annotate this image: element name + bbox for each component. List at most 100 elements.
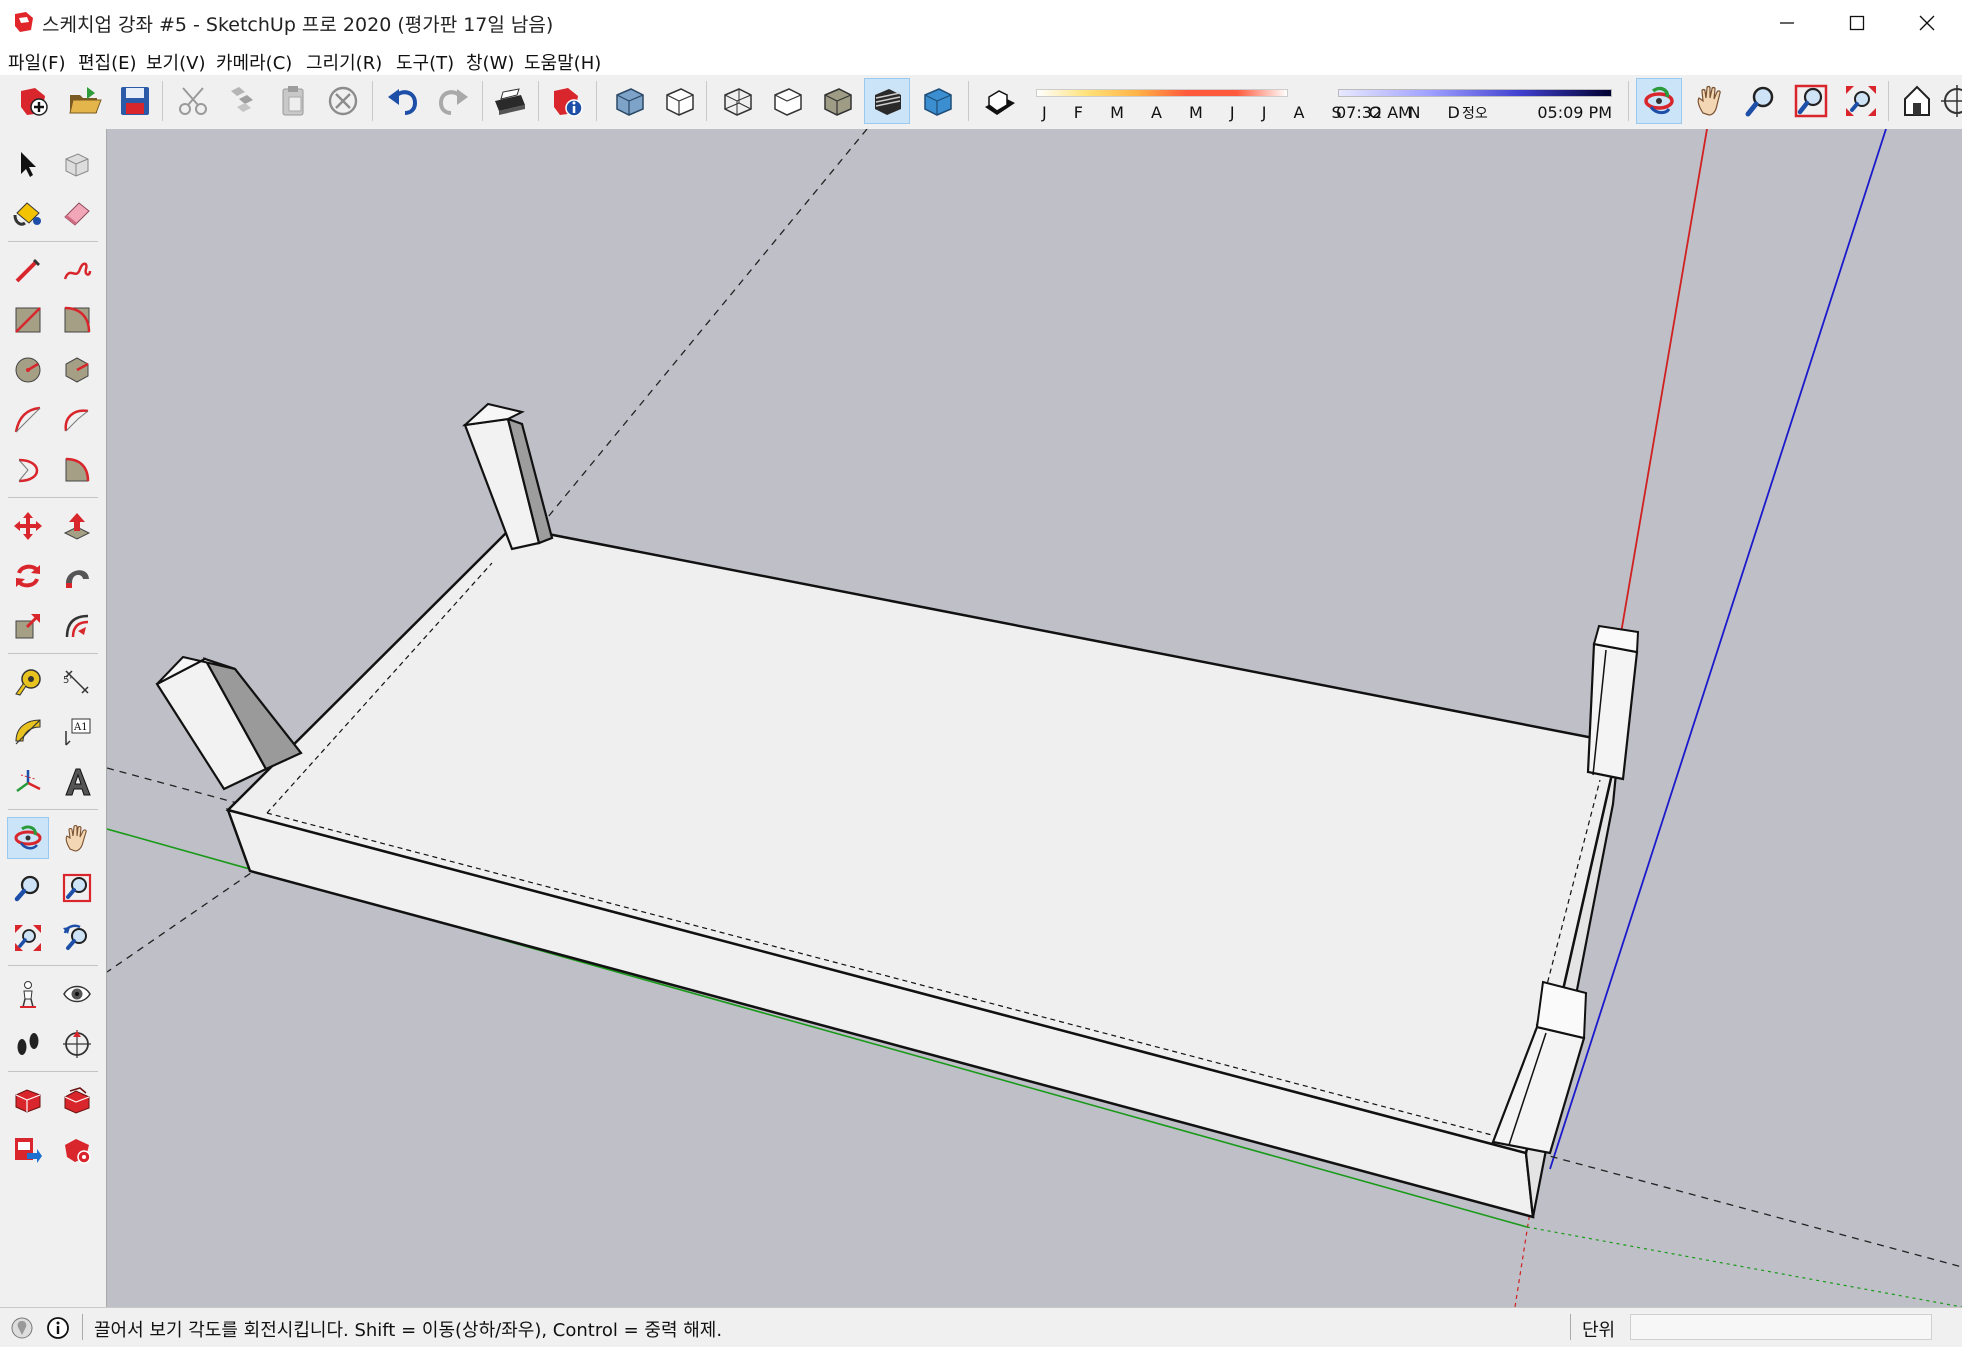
zoom-extents-tool[interactable]	[7, 917, 49, 959]
time-noon-label: 정오	[1462, 106, 1488, 122]
minimize-button[interactable]	[1752, 0, 1822, 45]
warehouse-tool[interactable]	[7, 1079, 49, 1121]
shaded-textures-button[interactable]	[864, 78, 910, 124]
extension-warehouse-tool[interactable]	[56, 1079, 98, 1121]
menu-help[interactable]: 도움말(H)	[524, 49, 601, 75]
shadow-time-slider[interactable]: 07:32 AM 정오 05:09 PM	[1336, 87, 1612, 123]
offset-tool[interactable]	[56, 605, 98, 647]
zoom-button[interactable]	[1738, 78, 1784, 124]
menu-window[interactable]: 창(W)	[466, 49, 514, 75]
board-top-face[interactable]	[225, 525, 1621, 1155]
extension-warehouse-icon	[64, 1087, 90, 1114]
pan-tool[interactable]	[56, 817, 98, 859]
hidden-line-button[interactable]	[764, 78, 810, 124]
close-button[interactable]	[1892, 0, 1962, 45]
wireframe-button[interactable]	[714, 78, 760, 124]
send-to-layout-tool[interactable]	[7, 1129, 49, 1171]
month-track[interactable]	[1036, 89, 1288, 97]
shadow-month-slider[interactable]: J F M A M J J A S O N D	[1036, 87, 1460, 123]
three-point-arc-tool[interactable]	[7, 449, 49, 491]
line-tool[interactable]	[7, 249, 49, 291]
protractor-tool[interactable]	[7, 711, 49, 753]
model-info-button[interactable]	[544, 78, 590, 124]
axes-tool[interactable]	[7, 761, 49, 803]
warehouse-icon	[15, 1089, 41, 1113]
arc-tool[interactable]	[7, 399, 49, 441]
push-pull-tool[interactable]	[56, 505, 98, 547]
monochrome-button[interactable]	[914, 78, 960, 124]
open-icon	[69, 87, 102, 114]
copy-button[interactable]	[220, 78, 266, 124]
zoom-window-tool[interactable]	[56, 867, 98, 909]
back-edges-button[interactable]	[656, 78, 702, 124]
orbit-icon	[1644, 86, 1674, 115]
leg-front-right-top[interactable]	[1535, 980, 1588, 1040]
position-camera-icon	[20, 981, 36, 1008]
shaded-button[interactable]	[814, 78, 860, 124]
paste-button[interactable]	[270, 78, 316, 124]
menu-draw[interactable]: 그리기(R)	[306, 49, 382, 75]
follow-me-tool[interactable]	[56, 555, 98, 597]
open-button[interactable]	[62, 78, 108, 124]
make-component-tool[interactable]	[56, 143, 98, 185]
polygon-tool[interactable]	[56, 349, 98, 391]
3d-text-tool[interactable]	[56, 761, 98, 803]
push-pull-icon	[63, 513, 91, 540]
zoom-tool[interactable]	[7, 867, 49, 909]
menu-file[interactable]: 파일(F)	[8, 49, 66, 75]
tape-measure-icon	[15, 669, 41, 696]
cut-button[interactable]	[170, 78, 216, 124]
section-plane-tool[interactable]	[56, 1023, 98, 1065]
previous-view-tool[interactable]	[56, 917, 98, 959]
eraser-tool[interactable]	[56, 193, 98, 235]
scale-tool[interactable]	[7, 605, 49, 647]
tape-measure-tool[interactable]	[7, 661, 49, 703]
print-button[interactable]	[486, 78, 532, 124]
walk-tool[interactable]	[7, 1023, 49, 1065]
warehouse-icon	[1904, 85, 1930, 116]
time-track[interactable]	[1338, 89, 1612, 97]
menu-camera[interactable]: 카메라(C)	[216, 49, 292, 75]
zoom-window-button[interactable]	[1788, 78, 1834, 124]
dimension-tool[interactable]: 5'	[56, 661, 98, 703]
maximize-button[interactable]	[1822, 0, 1892, 45]
redo-button[interactable]	[430, 78, 476, 124]
orbit-tool[interactable]	[7, 817, 49, 859]
freehand-tool[interactable]	[56, 249, 98, 291]
measurements-input[interactable]	[1630, 1314, 1932, 1340]
pan-button[interactable]	[1688, 78, 1734, 124]
geo-location-icon[interactable]	[10, 1316, 34, 1340]
orbit-button[interactable]	[1636, 78, 1682, 124]
paint-bucket-tool[interactable]	[7, 193, 49, 235]
model-canvas[interactable]	[107, 129, 1962, 1307]
shadows-button[interactable]	[976, 78, 1022, 124]
zoom-extents-button[interactable]	[1838, 78, 1884, 124]
move-tool[interactable]	[7, 505, 49, 547]
save-button[interactable]	[112, 78, 158, 124]
position-camera-tool[interactable]	[7, 973, 49, 1015]
svg-text:A1: A1	[73, 722, 88, 733]
text-tool[interactable]: A1	[56, 711, 98, 753]
undo-button[interactable]	[380, 78, 426, 124]
info-icon[interactable]	[46, 1316, 70, 1340]
look-around-tool[interactable]	[56, 973, 98, 1015]
extension-manager-tool[interactable]	[56, 1129, 98, 1171]
menu-edit[interactable]: 편집(E)	[78, 49, 137, 75]
zoom-icon	[1745, 86, 1774, 117]
new-button[interactable]	[10, 78, 56, 124]
select-tool[interactable]	[7, 143, 49, 185]
menu-tools[interactable]: 도구(T)	[396, 49, 454, 75]
xray-button[interactable]	[606, 78, 652, 124]
rotate-tool[interactable]	[7, 555, 49, 597]
shadows-icon	[985, 90, 1015, 115]
erase-button[interactable]	[320, 78, 366, 124]
zoom-icon	[14, 875, 40, 902]
model-viewport[interactable]	[107, 129, 1962, 1307]
position-camera-button[interactable]	[1934, 78, 1962, 124]
rectangle-tool[interactable]	[7, 299, 49, 341]
pie-tool[interactable]	[56, 449, 98, 491]
menu-view[interactable]: 보기(V)	[146, 49, 205, 75]
circle-tool[interactable]	[7, 349, 49, 391]
two-point-arc-tool[interactable]	[56, 399, 98, 441]
rotated-rectangle-tool[interactable]	[56, 299, 98, 341]
